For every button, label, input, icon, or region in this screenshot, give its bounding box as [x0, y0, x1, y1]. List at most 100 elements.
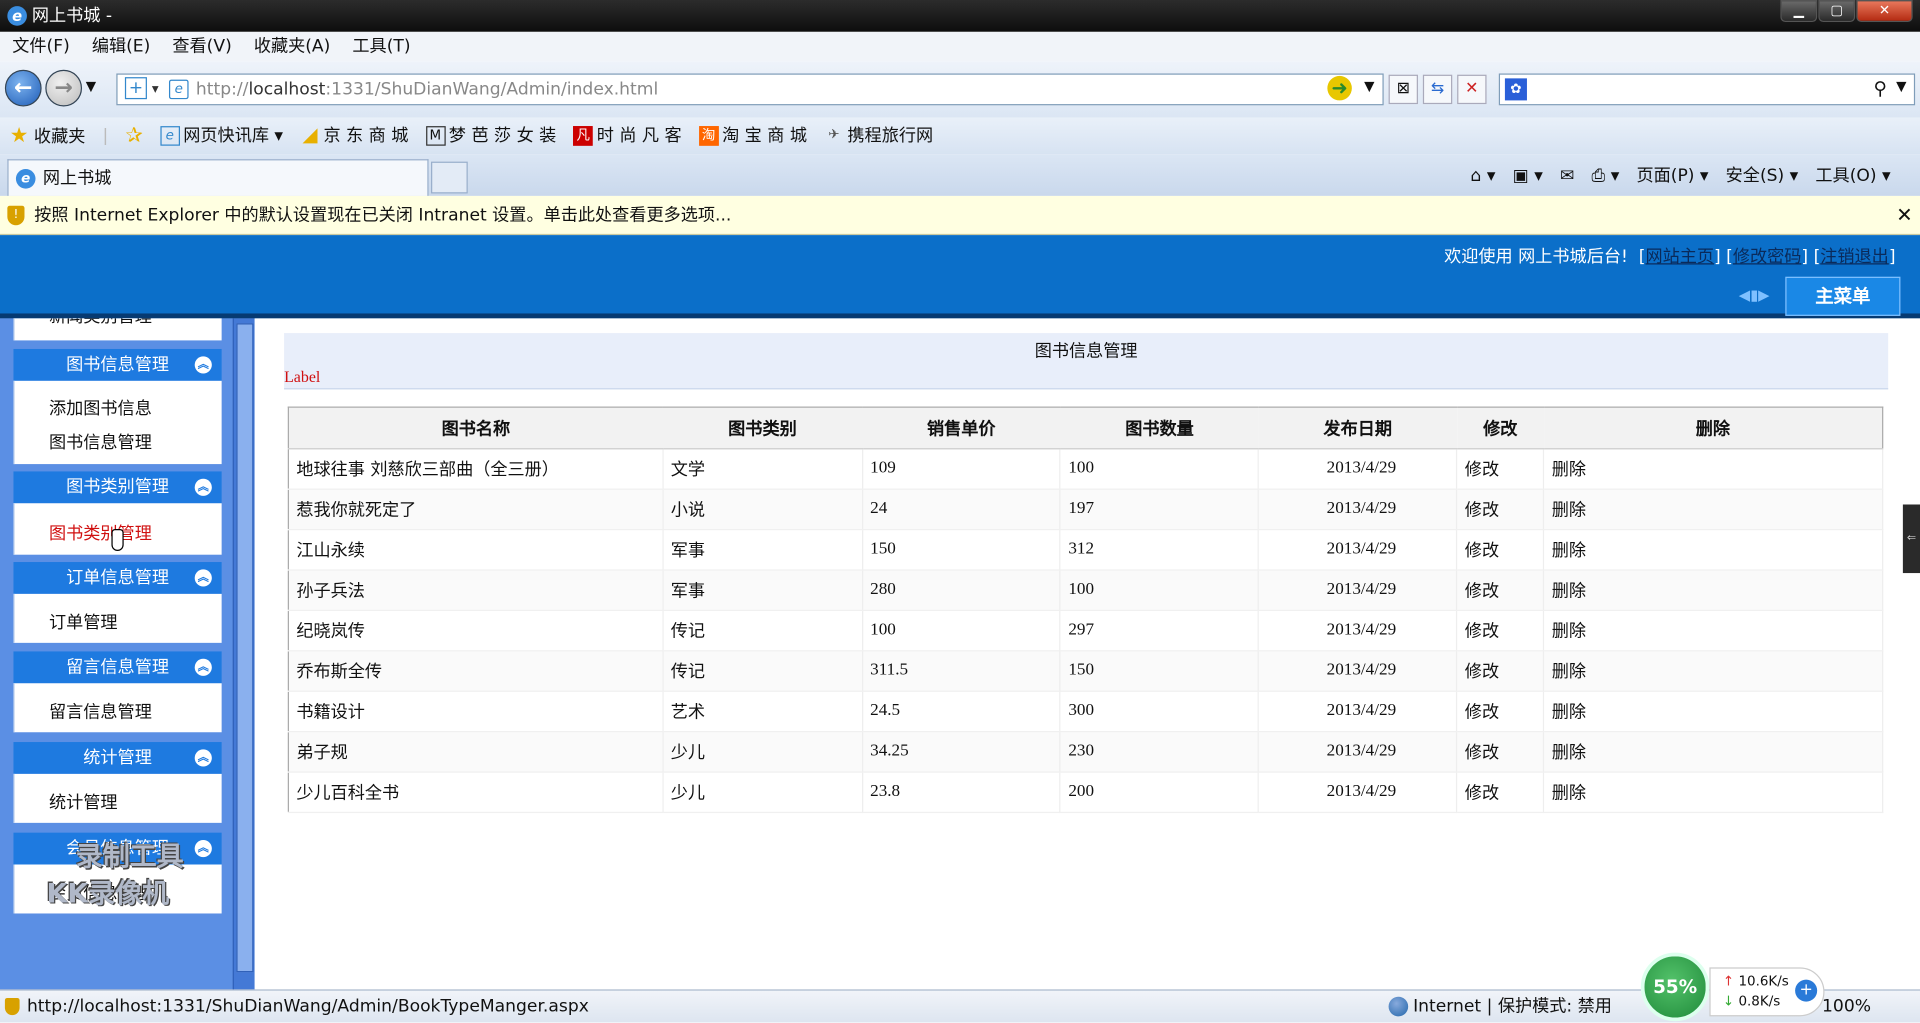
- sidebar-group-stats[interactable]: 统计管理 ︽: [13, 742, 222, 774]
- search-provider-icon[interactable]: ✿: [1504, 78, 1527, 101]
- favorites-bar: ★ 收藏夹 | ✰ e 网页快讯库 ▾ ◢ 京 东 商 城 M梦 芭 莎 女 装 凡…: [0, 117, 1920, 155]
- url-host: localhost: [248, 79, 326, 100]
- main-menu-button[interactable]: 主菜单: [1785, 276, 1901, 316]
- plus-icon[interactable]: +: [1795, 979, 1818, 1002]
- edit-link[interactable]: 修改: [1456, 489, 1545, 531]
- ie-logo-icon: e: [7, 6, 27, 26]
- chevron-up-icon[interactable]: ︽: [194, 749, 212, 767]
- fav-item-jd[interactable]: ◢ 京 东 商 城: [300, 118, 408, 155]
- delete-link[interactable]: 删除: [1543, 529, 1884, 571]
- search-input[interactable]: ✿ ⚲ ▼: [1498, 73, 1916, 106]
- chevron-up-icon[interactable]: ︽: [194, 569, 212, 587]
- col-book-name: 图书名称: [288, 407, 663, 450]
- close-window-button[interactable]: ✕: [1856, 0, 1913, 23]
- cell-book-name: 纪晓岚传: [288, 610, 664, 652]
- fav-item-moonbasa[interactable]: M梦 芭 莎 女 装: [425, 118, 556, 155]
- network-monitor-widget[interactable]: 55% ↑ 10.6K/s ↓ 0.8K/s +: [1640, 952, 1825, 1022]
- cell-book-type: 艺术: [662, 691, 863, 733]
- safety-menu[interactable]: 安全(S) ▾: [1726, 164, 1799, 188]
- add-dropdown-icon[interactable]: ▾: [152, 75, 159, 104]
- edit-link[interactable]: 修改: [1456, 529, 1545, 571]
- refresh-icon[interactable]: ⇆: [1422, 74, 1453, 105]
- home-link[interactable]: 网站主页: [1645, 247, 1714, 267]
- delete-link[interactable]: 删除: [1543, 691, 1884, 733]
- minimize-button[interactable]: ▁: [1780, 0, 1818, 23]
- search-dropdown-icon[interactable]: ▼: [1896, 78, 1906, 94]
- menu-file[interactable]: 文件(F): [12, 32, 70, 61]
- information-bar[interactable]: ! 按照 Internet Explorer 中的默认设置现在已关闭 Intra…: [0, 195, 1920, 236]
- sidebar-item-news-type[interactable]: 新闻类别管理: [49, 318, 152, 328]
- table-row: 乔布斯全传 传记 311.5 150 2013/4/29 修改 删除: [288, 650, 1884, 692]
- print-icon[interactable]: ⎙ ▾: [1592, 164, 1620, 188]
- security-zone[interactable]: Internet | 保护模式: 禁用: [1388, 991, 1612, 1023]
- sidebar-item-book-type[interactable]: 图书类别管理: [49, 520, 152, 544]
- maximize-button[interactable]: ▢: [1818, 0, 1856, 23]
- change-password-link[interactable]: 修改密码: [1733, 247, 1802, 267]
- sidebar-item-add-book[interactable]: 添加图书信息: [49, 396, 152, 420]
- close-infobar-icon[interactable]: ✕: [1896, 196, 1912, 235]
- sidebar-item-book-info[interactable]: 图书信息管理: [49, 430, 152, 454]
- delete-link[interactable]: 删除: [1543, 489, 1884, 531]
- address-field[interactable]: + ▾ e http://localhost:1331/ShuDianWang/…: [116, 73, 1384, 106]
- sidebar-group-book-type[interactable]: 图书类别管理 ︽: [13, 471, 222, 504]
- compat-view-icon[interactable]: ➜: [1327, 75, 1352, 101]
- sidebar-item-orders[interactable]: 订单管理: [49, 610, 118, 634]
- forward-button[interactable]: →: [45, 69, 83, 107]
- zoom-level[interactable]: 100%: [1822, 991, 1871, 1023]
- edit-link[interactable]: 修改: [1456, 570, 1545, 612]
- scrollbar-thumb[interactable]: [236, 323, 254, 973]
- mail-icon[interactable]: ✉: [1560, 164, 1574, 188]
- sidebar-item-stats[interactable]: 统计管理: [49, 790, 118, 814]
- table-header-row: 图书名称 图书类别 销售单价 图书数量 发布日期 修改 删除: [288, 407, 1883, 450]
- chevron-up-icon[interactable]: ︽: [194, 356, 212, 374]
- add-icon[interactable]: +: [124, 77, 147, 100]
- chevron-up-icon[interactable]: ︽: [194, 478, 212, 496]
- logout-link[interactable]: 注销退出: [1820, 247, 1889, 267]
- stop-icon[interactable]: ✕: [1457, 74, 1487, 105]
- edit-link[interactable]: 修改: [1456, 691, 1545, 733]
- history-dropdown-icon[interactable]: ▼: [86, 78, 96, 94]
- home-icon[interactable]: ⌂ ▾: [1471, 164, 1496, 188]
- delete-link[interactable]: 删除: [1543, 731, 1884, 773]
- fav-item-web-slice[interactable]: e 网页快讯库 ▾: [160, 118, 283, 155]
- page-menu[interactable]: 页面(P) ▾: [1636, 164, 1708, 188]
- delete-link[interactable]: 删除: [1543, 650, 1884, 692]
- new-tab-button[interactable]: [431, 161, 468, 194]
- side-handle-icon[interactable]: ⇐: [1902, 504, 1920, 574]
- favorites-button[interactable]: ★ 收藏夹: [10, 117, 86, 155]
- search-icon[interactable]: ⚲: [1873, 77, 1886, 99]
- sidebar-scrollbar[interactable]: [232, 318, 255, 990]
- delete-link[interactable]: 删除: [1543, 610, 1884, 652]
- feeds-icon[interactable]: ▣ ▾: [1513, 164, 1543, 188]
- rss-icon[interactable]: ⊠: [1388, 74, 1418, 105]
- window-title: 网上书城 -: [31, 6, 113, 26]
- menu-view[interactable]: 查看(V): [172, 32, 231, 61]
- tools-menu[interactable]: 工具(O) ▾: [1815, 164, 1890, 188]
- fav-item-ctrip[interactable]: ✈ 携程旅行网: [824, 118, 933, 155]
- sidebar-group-orders[interactable]: 订单信息管理 ︽: [13, 562, 222, 594]
- address-dropdown-icon[interactable]: ▼: [1364, 78, 1374, 94]
- cell-price: 109: [862, 448, 1061, 490]
- delete-link[interactable]: 删除: [1543, 772, 1884, 814]
- chevron-up-icon[interactable]: ︽: [194, 658, 212, 676]
- edit-link[interactable]: 修改: [1456, 772, 1545, 814]
- back-button[interactable]: ←: [4, 69, 42, 107]
- sidebar-item-messages[interactable]: 留言信息管理: [49, 699, 152, 723]
- fav-item-taobao[interactable]: 淘淘 宝 商 城: [698, 118, 807, 155]
- edit-link[interactable]: 修改: [1456, 650, 1545, 692]
- sidebar-group-messages[interactable]: 留言信息管理 ︽: [13, 651, 222, 684]
- edit-link[interactable]: 修改: [1456, 610, 1545, 652]
- edit-link[interactable]: 修改: [1456, 731, 1545, 773]
- tab-bookstore[interactable]: e 网上书城: [7, 159, 429, 196]
- fav-item-vancl[interactable]: 凡时 尚 凡 客: [573, 118, 682, 155]
- menu-tools[interactable]: 工具(T): [352, 32, 410, 61]
- delete-link[interactable]: 删除: [1543, 570, 1884, 612]
- menu-edit[interactable]: 编辑(E): [92, 32, 151, 61]
- delete-link[interactable]: 删除: [1543, 448, 1884, 490]
- add-favorite-icon[interactable]: ✰: [125, 118, 142, 155]
- collapse-arrows-icon[interactable]: ◀▮▶: [1739, 287, 1773, 307]
- sidebar-group-book-info[interactable]: 图书信息管理 ︽: [13, 348, 222, 381]
- menu-favorites[interactable]: 收藏夹(A): [254, 32, 331, 61]
- chevron-up-icon[interactable]: ︽: [194, 840, 212, 858]
- edit-link[interactable]: 修改: [1456, 448, 1545, 490]
